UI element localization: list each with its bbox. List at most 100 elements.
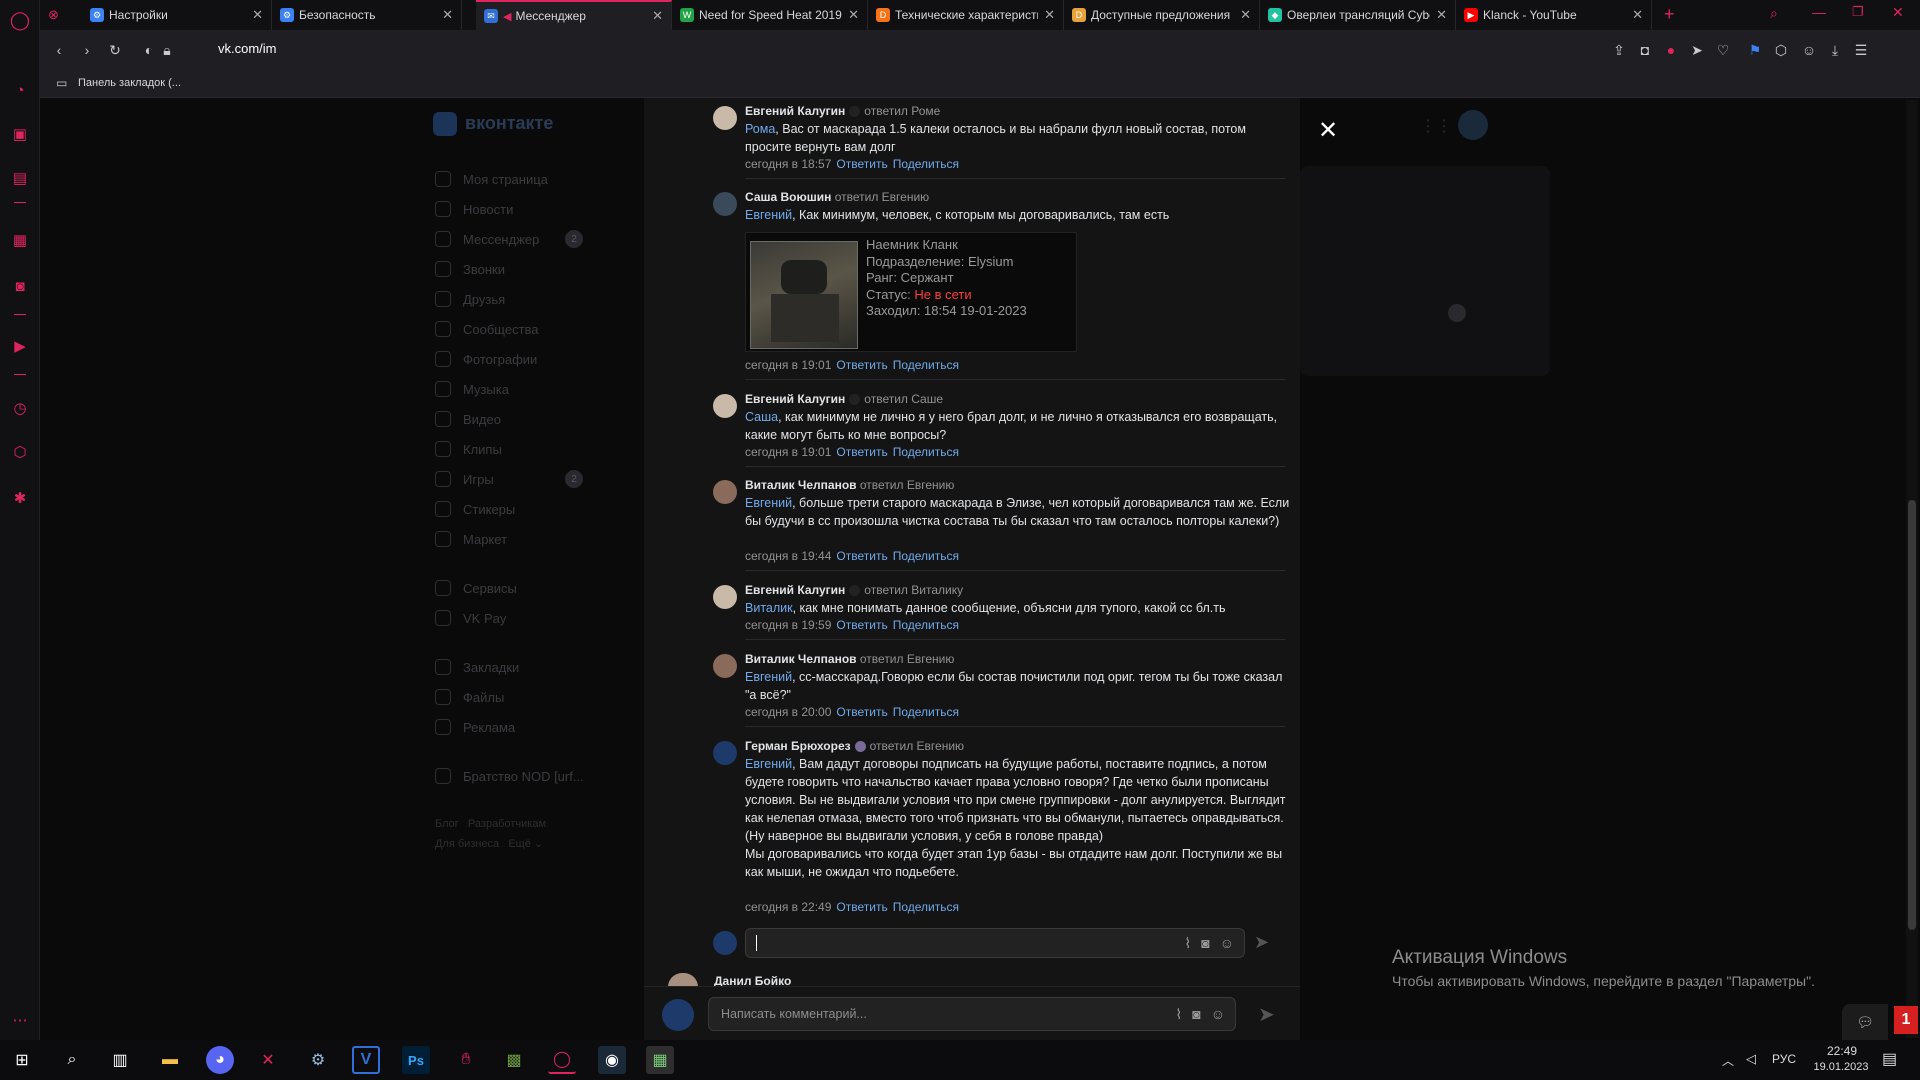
- lock-icon[interactable]: 🔒︎: [158, 41, 176, 59]
- share-button[interactable]: Поделиться: [893, 358, 959, 372]
- minimize-icon[interactable]: —: [1812, 4, 1826, 20]
- send-icon[interactable]: ➤: [1258, 1002, 1275, 1027]
- tab-close-icon[interactable]: ✕: [1436, 7, 1447, 23]
- comment-reply-to[interactable]: ответил Евгению: [860, 652, 954, 666]
- share-button[interactable]: Поделиться: [893, 549, 959, 563]
- share-icon[interactable]: ⇪: [1610, 41, 1628, 59]
- search-icon[interactable]: ⌕: [58, 1046, 86, 1074]
- new-tab-plus-icon[interactable]: +: [1664, 4, 1675, 25]
- steam-taskbar-icon[interactable]: ◉: [598, 1046, 626, 1074]
- tab-security[interactable]: ⚙ Безопасность ✕: [272, 0, 462, 30]
- mention-link[interactable]: Евгений: [745, 208, 792, 222]
- comment-author[interactable]: Виталик Челпанов: [745, 652, 857, 666]
- comment-author[interactable]: Евгений Калугин: [745, 583, 845, 597]
- comment-author[interactable]: Евгений Калугин: [745, 392, 845, 406]
- share-button[interactable]: Поделиться: [893, 445, 959, 459]
- comment-reply-to[interactable]: ответил Евгению: [835, 190, 929, 204]
- game-app-icon[interactable]: ▦: [646, 1046, 674, 1074]
- avatar[interactable]: [713, 192, 737, 216]
- avatar[interactable]: [713, 654, 737, 678]
- mention-link[interactable]: Виталик: [745, 601, 793, 615]
- volume-icon[interactable]: ◁: [1746, 1051, 1756, 1067]
- restore-icon[interactable]: ❐: [1852, 4, 1864, 20]
- favorite-heart-icon[interactable]: ♡: [1714, 41, 1732, 59]
- comment-input[interactable]: Написать комментарий... ⌇ ◙ ☺: [708, 997, 1236, 1031]
- vk-icon[interactable]: ▦: [8, 228, 32, 252]
- tab-overlays[interactable]: ◆ Оверлеи трансляций Cybe ✕: [1260, 0, 1456, 30]
- minecraft-icon[interactable]: ▩: [500, 1046, 528, 1074]
- discord-taskbar-icon[interactable]: ◕: [206, 1046, 234, 1074]
- reply-button[interactable]: Ответить: [836, 549, 887, 563]
- tab-close-icon[interactable]: ✕: [1044, 7, 1055, 23]
- url-field[interactable]: vk.com/im: [218, 41, 277, 56]
- comment-time[interactable]: сегодня в 20:00: [745, 705, 831, 719]
- bookmark-folder[interactable]: Панель закладок (...: [78, 77, 181, 89]
- attached-image-card[interactable]: Наемник Кланк Подразделение: Elysium Ран…: [745, 232, 1077, 352]
- more-icon[interactable]: ⋯: [8, 1008, 32, 1032]
- comment-time[interactable]: сегодня в 19:01: [745, 358, 831, 372]
- send-icon[interactable]: ➤: [1254, 932, 1269, 953]
- tab-messenger[interactable]: ✉ ◀ Мессенджер ✕: [476, 0, 672, 30]
- comment-author[interactable]: Герман Брюхорез: [745, 739, 851, 753]
- adblock-icon[interactable]: ●: [1662, 41, 1680, 59]
- share-button[interactable]: Поделиться: [893, 900, 959, 914]
- aria-icon[interactable]: ▣: [8, 122, 32, 146]
- extensions-icon[interactable]: ⬡: [8, 440, 32, 464]
- avatar[interactable]: [713, 480, 737, 504]
- file-explorer-icon[interactable]: ▬: [156, 1046, 184, 1074]
- avatar[interactable]: [713, 741, 737, 765]
- avatar[interactable]: [713, 394, 737, 418]
- mention-link[interactable]: Евгений: [745, 496, 792, 510]
- steam-icon[interactable]: ⚙: [304, 1046, 332, 1074]
- clock-time[interactable]: 22:49: [1818, 1044, 1866, 1058]
- attach-icon[interactable]: ⌇: [1175, 1006, 1182, 1023]
- tab-close-icon[interactable]: ✕: [1240, 7, 1251, 23]
- photoshop-icon[interactable]: Ps: [402, 1046, 430, 1074]
- language-indicator[interactable]: РУС: [1772, 1052, 1796, 1066]
- comment-reply-to[interactable]: ответил Евгению: [870, 739, 964, 753]
- comment-time[interactable]: сегодня в 18:57: [745, 157, 831, 171]
- speed-dial-icon[interactable]: ◔: [8, 78, 32, 102]
- page-scrollbar[interactable]: [1906, 100, 1918, 1038]
- tray-chevron-icon[interactable]: ︿: [1722, 1052, 1734, 1069]
- action-center-icon[interactable]: ▤: [1882, 1049, 1897, 1069]
- tab-close-icon[interactable]: ✕: [848, 7, 859, 23]
- comment-reply-to[interactable]: ответил Евгению: [860, 478, 954, 492]
- reload-icon[interactable]: ↻: [106, 41, 124, 59]
- reply-button[interactable]: Ответить: [836, 705, 887, 719]
- downloads-icon[interactable]: ⤓: [1826, 41, 1844, 59]
- attach-icon[interactable]: ⌇: [1184, 935, 1191, 952]
- reply-button[interactable]: Ответить: [836, 445, 887, 459]
- emoji-icon[interactable]: ☺: [1211, 1006, 1225, 1023]
- comment-author[interactable]: Виталик Челпанов: [745, 478, 857, 492]
- comment-reply-to[interactable]: ответил Виталику: [864, 583, 963, 597]
- opera-logo-icon[interactable]: ◯: [8, 8, 32, 32]
- reply-input[interactable]: ⌇ ◙ ☺: [745, 928, 1245, 958]
- mention-link[interactable]: Рома: [745, 122, 775, 136]
- mention-link[interactable]: Евгений: [745, 670, 792, 684]
- share-button[interactable]: Поделиться: [893, 618, 959, 632]
- close-window-icon[interactable]: ✕: [1892, 4, 1904, 21]
- back-icon[interactable]: ‹: [50, 41, 68, 59]
- player-icon[interactable]: ▶: [8, 334, 32, 358]
- mention-link[interactable]: Саша: [745, 410, 778, 424]
- vpn-icon[interactable]: ◐: [140, 41, 158, 59]
- tab-menu-icon[interactable]: ⊗: [48, 7, 59, 23]
- account-icon[interactable]: ☺: [1800, 41, 1818, 59]
- tab-nfs[interactable]: W Need for Speed Heat 2019 ✕: [672, 0, 868, 30]
- tab-youtube[interactable]: ▶ Klanck - YouTube ✕: [1456, 0, 1652, 30]
- share-button[interactable]: Поделиться: [893, 157, 959, 171]
- camera-icon[interactable]: ◙: [1201, 935, 1209, 952]
- opera-gx-taskbar-icon[interactable]: ◯: [548, 1046, 576, 1074]
- tab-close-icon[interactable]: ✕: [652, 8, 663, 24]
- twitch-icon[interactable]: ▤: [8, 166, 32, 190]
- flag-icon[interactable]: ⚑: [1746, 41, 1764, 59]
- comment-author[interactable]: Саша Воюшин: [745, 190, 831, 204]
- extensions-cube-icon[interactable]: ⬡: [1772, 41, 1790, 59]
- app-x-icon[interactable]: ✕: [254, 1046, 282, 1074]
- chat-float-icon[interactable]: 💬︎: [1842, 1004, 1888, 1040]
- close-modal-icon[interactable]: ✕: [1318, 116, 1338, 145]
- app-hand-icon[interactable]: ✋︎: [452, 1046, 480, 1074]
- emoji-icon[interactable]: ☺: [1220, 935, 1234, 952]
- comment-time[interactable]: сегодня в 22:49: [745, 900, 831, 914]
